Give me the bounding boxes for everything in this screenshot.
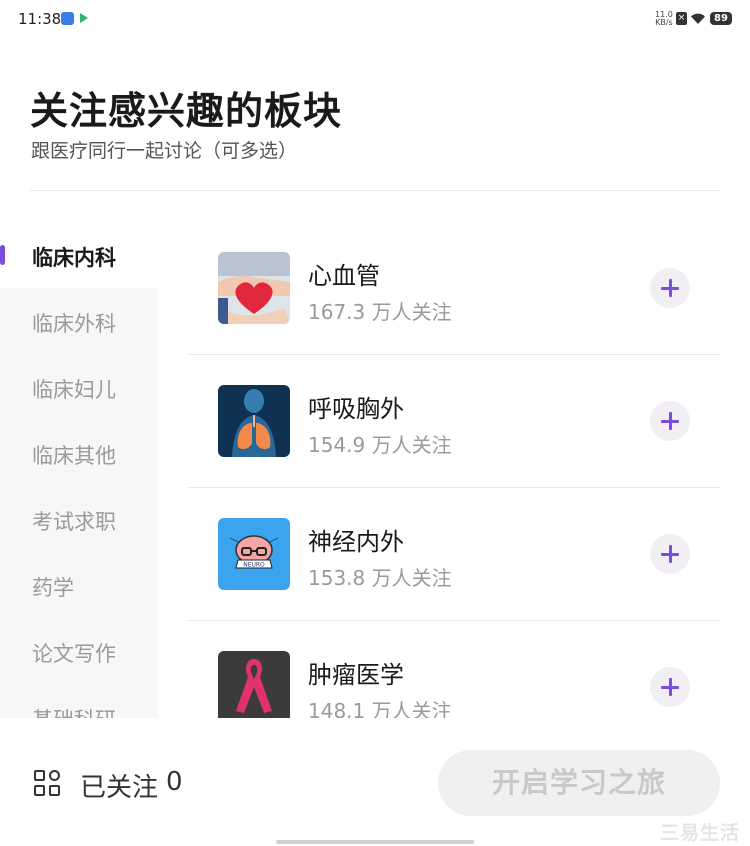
brain-icon: NEURO bbox=[218, 518, 290, 590]
sim-icon: × bbox=[676, 12, 687, 25]
board-name: 心血管 bbox=[308, 262, 380, 290]
list-item[interactable]: 呼吸胸外 154.9 万人关注 bbox=[188, 355, 720, 488]
followed-count: 0 bbox=[166, 767, 183, 797]
sidebar-item-label: 药学 bbox=[32, 576, 74, 600]
watermark-logo: 三易生活 bbox=[660, 822, 741, 844]
sidebar-item-paper-writing[interactable]: 论文写作 bbox=[0, 618, 158, 684]
board-followers: 154.9 万人关注 bbox=[308, 433, 452, 457]
sidebar-item-obgyn-pediatrics[interactable]: 临床妇儿 bbox=[0, 354, 158, 420]
sidebar-item-label: 临床妇儿 bbox=[32, 378, 116, 402]
home-indicator[interactable] bbox=[276, 840, 474, 844]
followed-label[interactable]: 已关注 bbox=[80, 767, 158, 804]
list-item[interactable]: 心血管 167.3 万人关注 bbox=[188, 222, 720, 355]
page-title: 关注感兴趣的板块 bbox=[30, 89, 343, 133]
follow-button[interactable] bbox=[650, 268, 690, 308]
sidebar-item-pharmacy[interactable]: 药学 bbox=[0, 552, 158, 618]
sidebar-item-label: 临床外科 bbox=[32, 312, 116, 336]
status-time: 11:38 bbox=[18, 10, 62, 28]
sidebar-item-label: 临床其他 bbox=[32, 444, 116, 468]
board-name: 神经内外 bbox=[308, 528, 404, 556]
wifi-icon bbox=[691, 13, 705, 24]
network-speed: 11.0 KB/s bbox=[655, 11, 673, 27]
follow-button[interactable] bbox=[650, 667, 690, 707]
category-sidebar: 临床内科 临床外科 临床妇儿 临床其他 考试求职 药学 论文写作 基础科研 bbox=[0, 222, 158, 718]
sidebar-item-clinical-other[interactable]: 临床其他 bbox=[0, 420, 158, 486]
sidebar-item-exams-jobs[interactable]: 考试求职 bbox=[0, 486, 158, 552]
active-indicator bbox=[0, 245, 5, 265]
ribbon-icon bbox=[218, 651, 290, 718]
brain-icon-text: NEURO bbox=[243, 562, 265, 569]
board-followers: 167.3 万人关注 bbox=[308, 300, 452, 324]
board-name: 肿瘤医学 bbox=[308, 661, 404, 689]
board-name: 呼吸胸外 bbox=[308, 395, 404, 423]
heart-in-hands-icon bbox=[218, 252, 290, 324]
network-speed-unit: KB/s bbox=[655, 18, 673, 27]
sidebar-item-label: 临床内科 bbox=[32, 246, 116, 270]
board-followers: 148.1 万人关注 bbox=[308, 699, 452, 718]
sidebar-item-label: 考试求职 bbox=[32, 510, 116, 534]
status-bar: 11:38 11.0 KB/s × 89 bbox=[0, 0, 750, 40]
page-subtitle: 跟医疗同行一起讨论（可多选） bbox=[31, 140, 298, 162]
lungs-icon bbox=[218, 385, 290, 457]
header-divider bbox=[30, 190, 720, 191]
sidebar-item-clinical-surgery[interactable]: 临床外科 bbox=[0, 288, 158, 354]
sidebar-item-basic-research[interactable]: 基础科研 bbox=[0, 684, 158, 718]
follow-button[interactable] bbox=[650, 401, 690, 441]
list-item[interactable]: 肿瘤医学 148.1 万人关注 bbox=[188, 621, 720, 718]
play-icon bbox=[80, 13, 88, 23]
board-list: 心血管 167.3 万人关注 呼吸胸外 154.9 万人关注 NEURO 神经内… bbox=[188, 222, 720, 718]
battery-icon: 89 bbox=[710, 12, 732, 25]
sidebar-item-clinical-internal[interactable]: 临床内科 bbox=[0, 222, 158, 288]
list-item[interactable]: NEURO 神经内外 153.8 万人关注 bbox=[188, 488, 720, 621]
start-learning-button[interactable]: 开启学习之旅 bbox=[438, 750, 720, 816]
sidebar-item-label: 论文写作 bbox=[32, 642, 116, 666]
grid-icon[interactable] bbox=[34, 770, 62, 798]
app-notification-icon bbox=[61, 12, 74, 25]
board-followers: 153.8 万人关注 bbox=[308, 566, 452, 590]
follow-button[interactable] bbox=[650, 534, 690, 574]
sidebar-item-label: 基础科研 bbox=[32, 704, 116, 718]
